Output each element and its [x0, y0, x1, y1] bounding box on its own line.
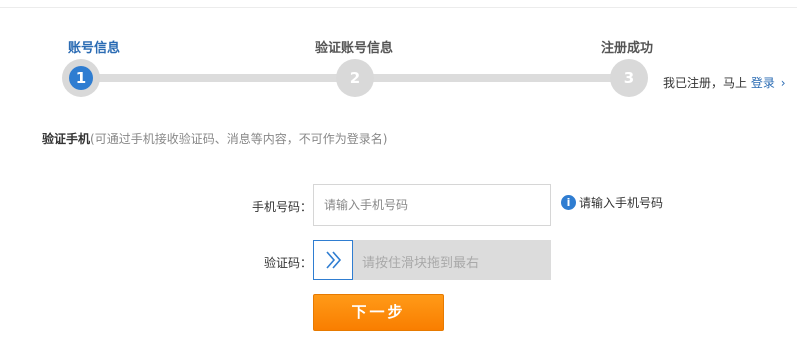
captcha-slider-track[interactable]: 请按住滑块拖到最右 — [313, 240, 551, 280]
login-link[interactable]: 登录 — [751, 76, 775, 90]
captcha-label: 验证码： — [264, 256, 313, 270]
double-chevron-right-icon — [326, 251, 342, 269]
slider-instruction: 请按住滑块拖到最右 — [362, 256, 480, 271]
phone-input[interactable] — [313, 184, 551, 226]
step-1-label: 账号信息 — [68, 41, 121, 56]
next-step-button[interactable]: 下一步 — [313, 294, 444, 331]
step-3-indicator: 3 — [610, 59, 648, 97]
section-note: (可通过手机接收验证码、消息等内容，不可作为登录名) — [90, 132, 388, 146]
step-2-number: 2 — [343, 66, 367, 90]
login-hint-text: 我已注册，马上 — [663, 76, 748, 90]
step-3-number: 3 — [617, 66, 641, 90]
step-1-number: 1 — [69, 66, 93, 90]
section-title: 验证手机 — [42, 132, 91, 146]
login-hint: 我已注册，马上 登录 › — [663, 74, 786, 91]
phone-tip-text: 请输入手机号码 — [579, 196, 664, 210]
info-icon: i — [561, 195, 576, 210]
step-2-indicator: 2 — [336, 59, 374, 97]
step-3-label: 注册成功 — [601, 41, 654, 56]
top-divider — [0, 7, 797, 8]
slider-handle[interactable] — [313, 240, 353, 280]
phone-label: 手机号码： — [252, 200, 313, 214]
step-1-indicator: 1 — [62, 59, 100, 97]
section-header: 验证手机(可通过手机接收验证码、消息等内容，不可作为登录名) — [42, 130, 387, 147]
chevron-right-icon[interactable]: › — [781, 76, 786, 90]
step-2-label: 验证账号信息 — [315, 41, 394, 56]
phone-tip: i 请输入手机号码 — [561, 194, 663, 211]
